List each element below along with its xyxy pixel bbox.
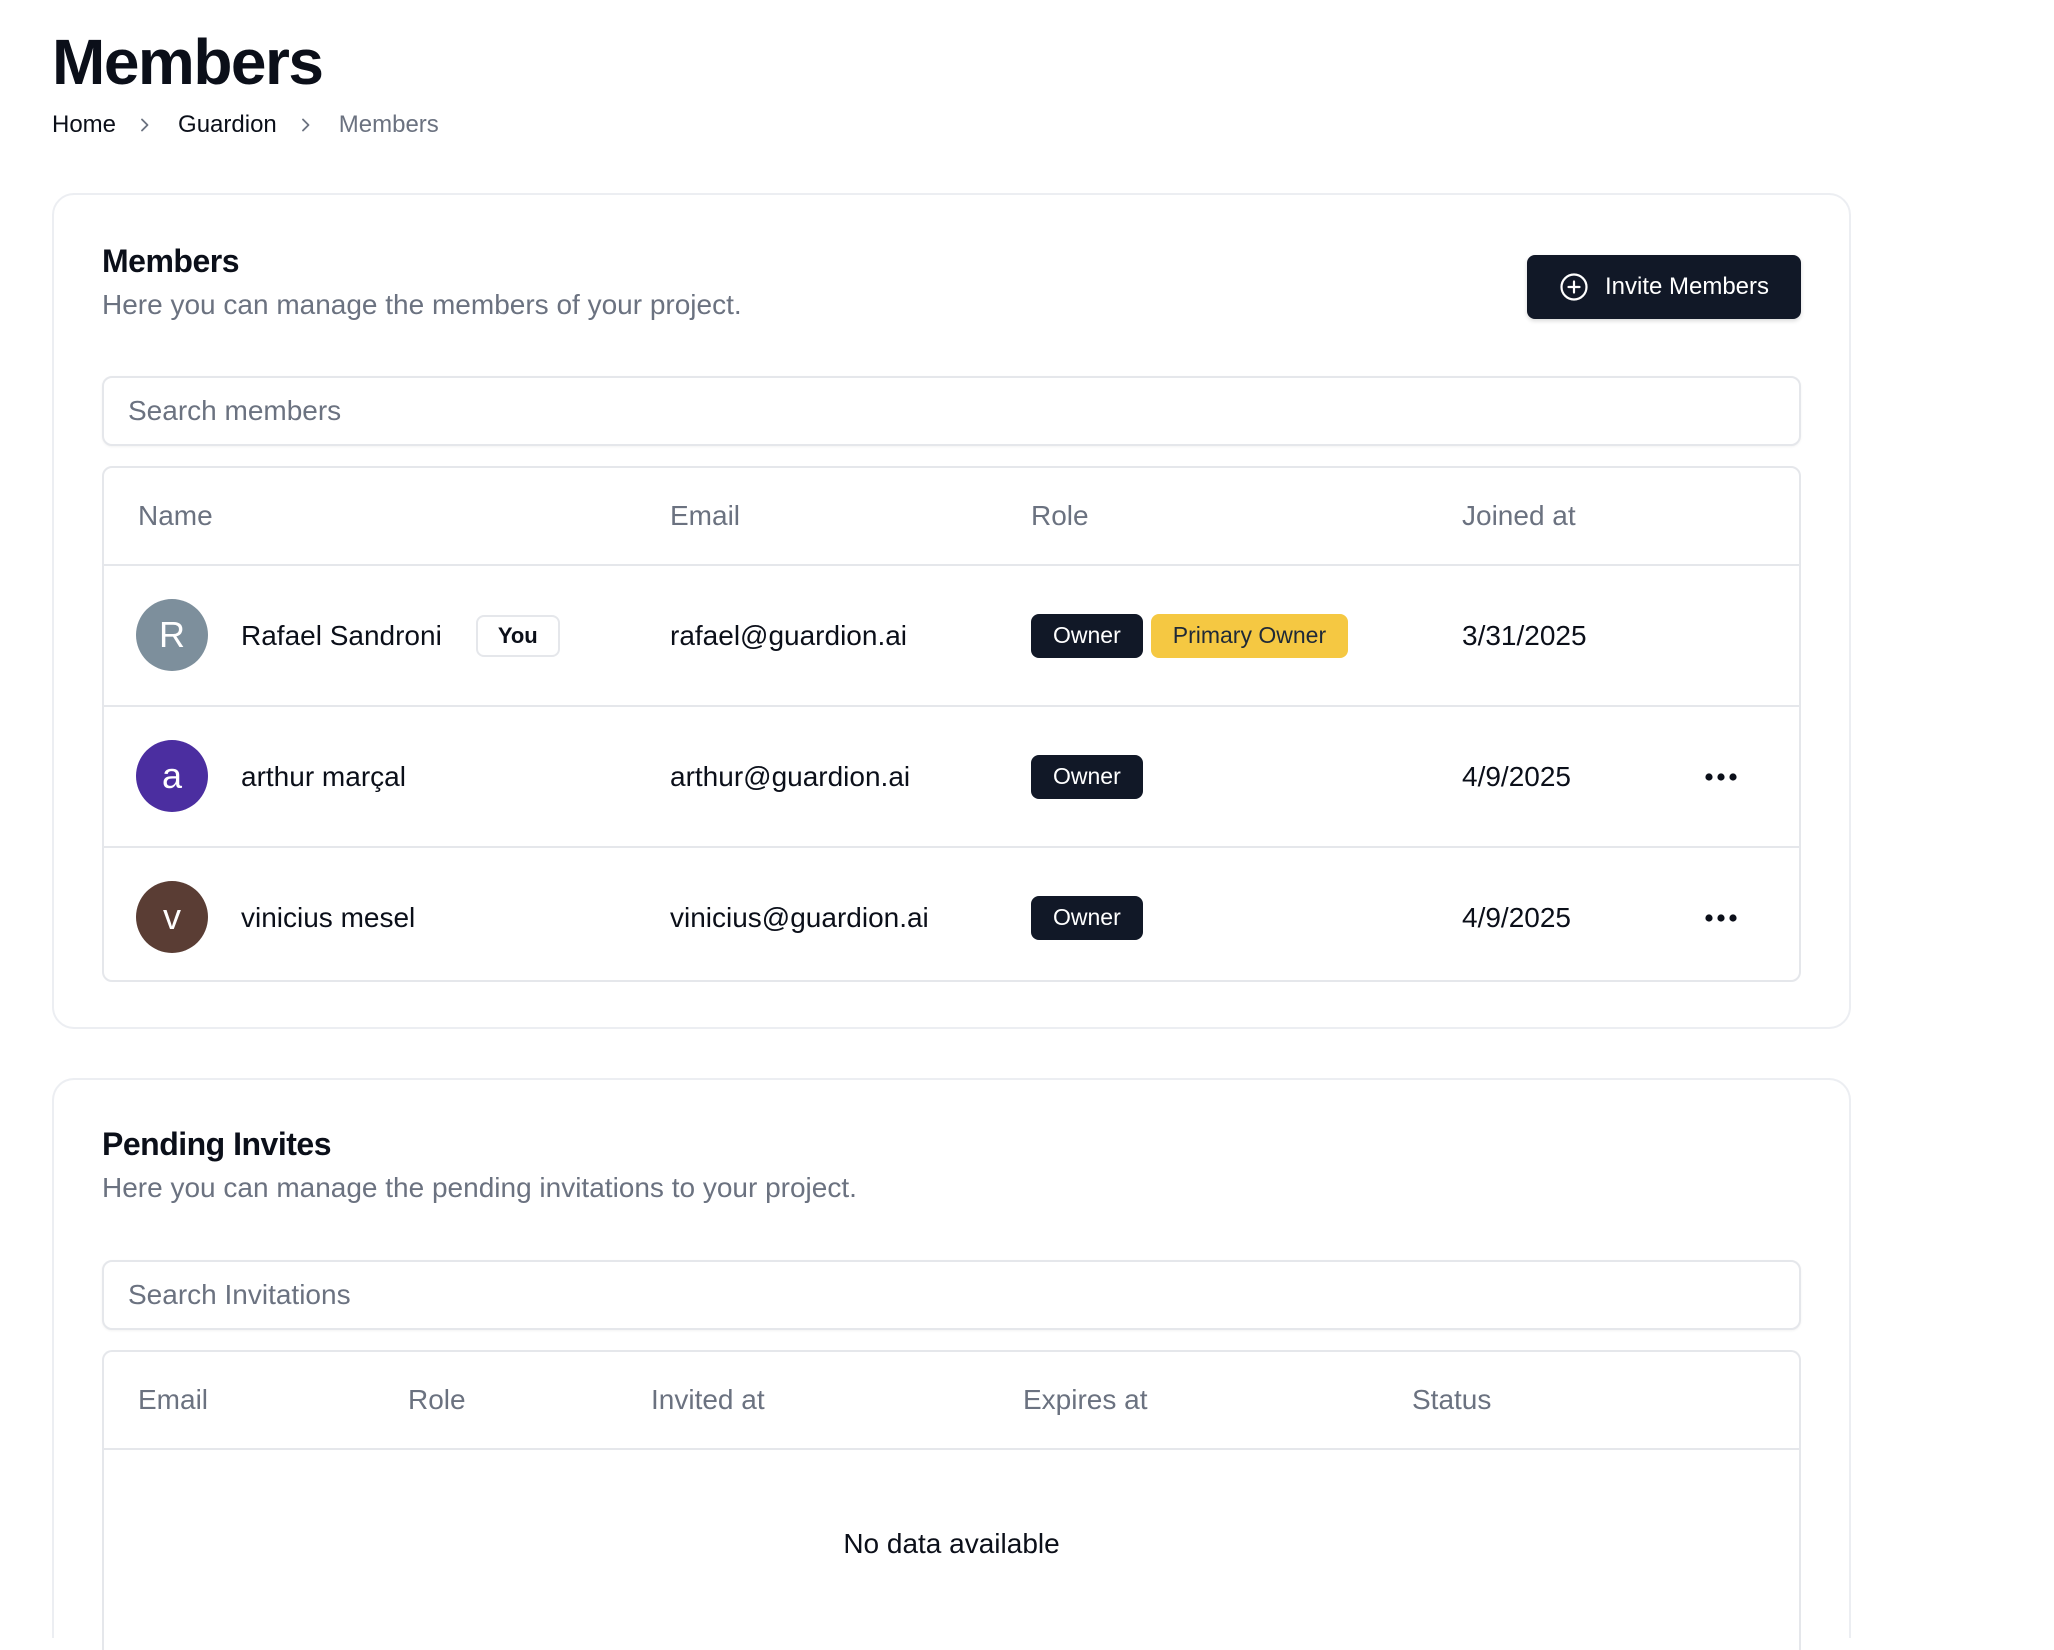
plus-circle-icon: [1559, 272, 1589, 302]
member-email: vinicius@guardion.ai: [670, 901, 929, 933]
role-badge-owner: Owner: [1031, 754, 1143, 799]
page-title: Members: [52, 26, 324, 98]
member-name: vinicius mesel: [241, 901, 416, 933]
pending-invites-title: Pending Invites: [102, 1126, 331, 1162]
avatar-initial: v: [163, 896, 181, 937]
member-role-cell: Owner Primary Owner: [1031, 566, 1356, 705]
avatar: R: [136, 599, 208, 671]
breadcrumb-home[interactable]: Home: [52, 110, 116, 140]
column-header-role[interactable]: Role: [1031, 468, 1089, 564]
column-header-role[interactable]: Role: [408, 1352, 466, 1448]
member-email: arthur@guardion.ai: [670, 760, 911, 792]
column-header-email[interactable]: Email: [670, 468, 740, 564]
table-row: a arthur marçal arthur@guardion.ai Owner…: [104, 707, 1799, 848]
avatar: v: [136, 881, 208, 953]
member-name: arthur marçal: [241, 760, 406, 792]
more-horizontal-icon: [1704, 913, 1738, 923]
column-header-expires-at[interactable]: Expires at: [1023, 1352, 1148, 1448]
avatar-initial: R: [159, 614, 185, 655]
chevron-right-icon: [299, 118, 313, 132]
role-badge-owner: Owner: [1031, 895, 1143, 940]
table-row: v vinicius mesel vinicius@guardion.ai Ow…: [104, 848, 1799, 980]
column-header-joined-at[interactable]: Joined at: [1462, 468, 1576, 564]
pending-invites-card: Pending Invites Here you can manage the …: [52, 1078, 1851, 1650]
column-header-name[interactable]: Name: [138, 468, 213, 564]
column-header-email[interactable]: Email: [138, 1352, 208, 1448]
invite-members-label: Invite Members: [1604, 273, 1770, 300]
member-name-cell: Rafael Sandroni You: [241, 566, 560, 705]
more-actions-button[interactable]: [1699, 896, 1743, 940]
search-members-input[interactable]: [102, 376, 1801, 446]
member-joined-at: 4/9/2025: [1462, 901, 1571, 933]
members-card-description: Here you can manage the members of your …: [102, 289, 742, 320]
column-header-invited-at[interactable]: Invited at: [651, 1352, 765, 1448]
you-badge: You: [475, 614, 560, 657]
pending-invites-description: Here you can manage the pending invitati…: [102, 1172, 857, 1203]
more-actions-button[interactable]: [1699, 755, 1743, 799]
member-joined-at: 4/9/2025: [1462, 760, 1571, 792]
members-table-header: Name Email Role Joined at: [104, 468, 1799, 566]
breadcrumb: Home Guardion Members: [52, 110, 439, 140]
member-role-cell: Owner: [1031, 707, 1151, 846]
search-invitations-input[interactable]: [102, 1260, 1801, 1330]
avatar-initial: a: [161, 755, 183, 796]
members-card: Members Here you can manage the members …: [52, 193, 1851, 1029]
member-name: Rafael Sandroni: [241, 619, 442, 651]
members-card-title: Members: [102, 243, 240, 279]
member-email: rafael@guardion.ai: [670, 619, 908, 651]
breadcrumb-guardion[interactable]: Guardion: [178, 110, 277, 140]
invite-members-button[interactable]: Invite Members: [1527, 255, 1801, 319]
table-row: R Rafael Sandroni You rafael@guardion.ai…: [104, 566, 1799, 707]
role-badge-primary-owner: Primary Owner: [1150, 613, 1349, 658]
more-horizontal-icon: [1704, 772, 1738, 782]
chevron-right-icon: [138, 118, 152, 132]
member-joined-at: 3/31/2025: [1462, 619, 1587, 651]
member-role-cell: Owner: [1031, 848, 1151, 980]
avatar: a: [136, 740, 208, 812]
column-header-status[interactable]: Status: [1412, 1352, 1491, 1448]
role-badge-owner: Owner: [1031, 613, 1143, 658]
members-table: Name Email Role Joined at R Rafael Sandr…: [102, 466, 1801, 982]
invites-table-header: Email Role Invited at Expires at Status: [104, 1352, 1799, 1450]
breadcrumb-members: Members: [338, 111, 439, 138]
empty-state-text: No data available: [843, 1528, 1060, 1559]
invites-table: Email Role Invited at Expires at Status …: [102, 1350, 1801, 1650]
